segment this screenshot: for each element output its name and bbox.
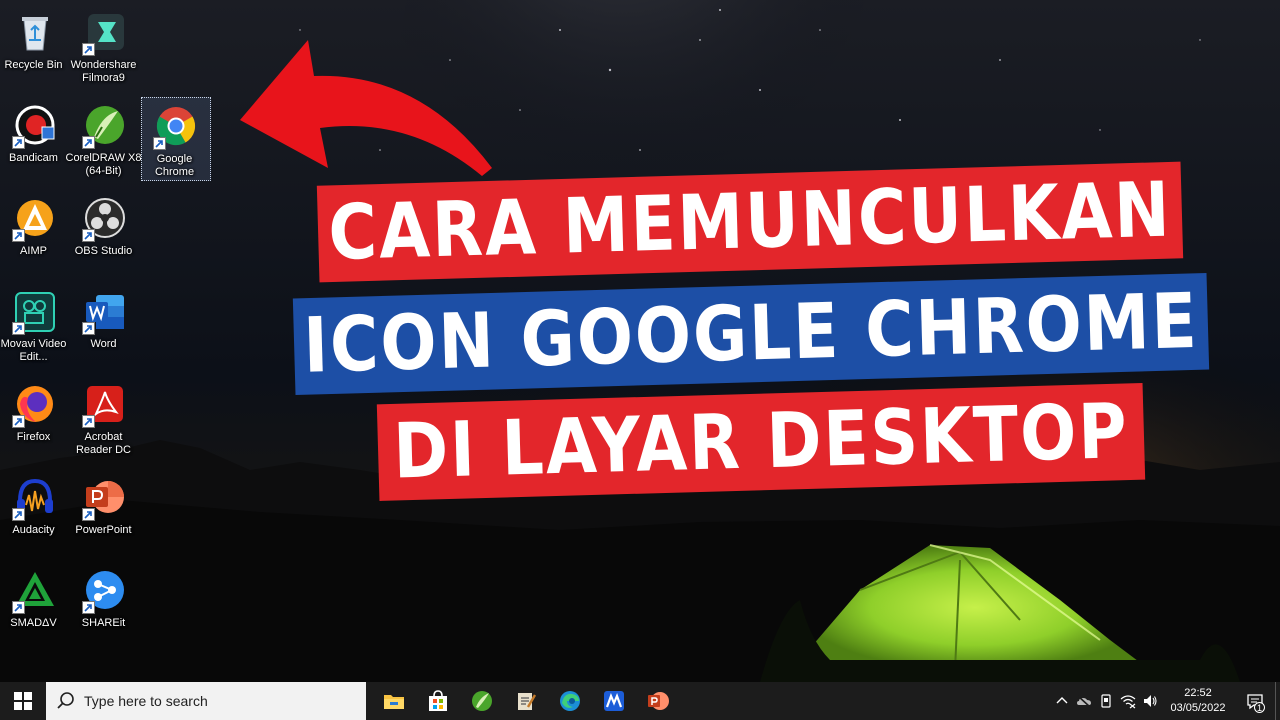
notification-count-badge: 1 xyxy=(1254,702,1265,713)
desktop-icon-label: Movavi Video Edit... xyxy=(0,338,67,363)
desktop-icon-coreldraw[interactable]: CorelDRAW X8 (64-Bit) xyxy=(66,97,142,181)
taskbar-script-editor[interactable] xyxy=(504,682,548,720)
desktop-icon-label: SMADΔV xyxy=(10,617,57,629)
shortcut-arrow-icon xyxy=(12,136,25,149)
coreldraw-icon xyxy=(472,691,492,711)
volume-tray-button[interactable] xyxy=(1139,682,1161,720)
notifications-button[interactable]: 1 xyxy=(1235,682,1275,720)
cloud-off-icon xyxy=(1077,695,1091,708)
clock-time: 22:52 xyxy=(1184,687,1212,699)
obs-icon xyxy=(82,196,128,242)
desktop-icon-label: SHAREit xyxy=(81,617,126,629)
powerpoint-icon xyxy=(82,475,128,521)
movavi-icon xyxy=(12,289,58,335)
chevron-up-icon xyxy=(1056,697,1068,704)
acrobat-icon xyxy=(82,382,128,428)
shortcut-arrow-icon xyxy=(82,229,95,242)
shortcut-arrow-icon xyxy=(12,322,25,335)
desktop-icon-label: Audacity xyxy=(12,524,55,536)
desktop-icon-label: Recycle Bin xyxy=(4,59,63,71)
show-desktop-button[interactable] xyxy=(1275,682,1280,720)
desktop-icon-chrome[interactable]: Google Chrome xyxy=(141,97,211,181)
aimp-icon xyxy=(12,196,58,242)
word-icon xyxy=(82,289,128,335)
shortcut-arrow-icon xyxy=(82,601,95,614)
search-placeholder: Type here to search xyxy=(84,693,208,709)
wifi-off-icon xyxy=(1120,695,1136,709)
desktop-icon-label: Acrobat Reader DC xyxy=(75,431,132,456)
chrome-icon xyxy=(153,104,199,150)
taskbar-edge[interactable] xyxy=(548,682,592,720)
network-tray-button[interactable] xyxy=(1117,682,1139,720)
desktop-icon-label: CorelDRAW X8 (64-Bit) xyxy=(65,152,142,177)
system-tray: 22:52 03/05/2022 1 xyxy=(1051,682,1280,720)
recycle-bin-icon xyxy=(12,10,58,56)
desktop-icon-aimp[interactable]: AIMP xyxy=(0,190,70,274)
clock-date: 03/05/2022 xyxy=(1170,702,1226,714)
device-tray-button[interactable] xyxy=(1095,682,1117,720)
desktop-icon-audacity[interactable]: Audacity xyxy=(0,469,70,553)
shortcut-arrow-icon xyxy=(82,415,95,428)
shortcut-arrow-icon xyxy=(82,322,95,335)
shortcut-arrow-icon xyxy=(12,229,25,242)
firefox-icon xyxy=(12,382,58,428)
desktop-icon-powerpoint[interactable]: PowerPoint xyxy=(70,469,140,553)
red-arrow-graphic xyxy=(240,40,492,176)
search-input[interactable]: Type here to search xyxy=(46,682,366,720)
desktop-icon-smadav[interactable]: SMADΔV xyxy=(0,562,70,646)
desktop-icon-filmora[interactable]: Wondershare Filmora9 xyxy=(70,4,140,88)
file-explorer-icon xyxy=(384,695,404,709)
clock[interactable]: 22:52 03/05/2022 xyxy=(1161,686,1235,716)
bandicam-icon xyxy=(12,103,58,149)
volume-icon xyxy=(1144,695,1157,707)
desktop-icon-label: OBS Studio xyxy=(74,245,133,257)
taskbar-microsoft-store[interactable] xyxy=(416,682,460,720)
desktop-icon-obs[interactable]: OBS Studio xyxy=(70,190,140,274)
desktop-icon-acrobat[interactable]: Acrobat Reader DC xyxy=(70,376,140,460)
taskbar: Type here to search 22:52 03/05/2022 1 xyxy=(0,682,1280,720)
coreldraw-icon xyxy=(82,103,128,149)
desktop-icon-shareit[interactable]: SHAREit xyxy=(70,562,140,646)
desktop-icon-movavi[interactable]: Movavi Video Edit... xyxy=(0,283,70,367)
windows-logo-icon xyxy=(14,692,32,710)
powerpoint-icon xyxy=(648,692,669,710)
desktop-icon-label: PowerPoint xyxy=(75,524,132,536)
audacity-icon xyxy=(12,475,58,521)
desktop-icon-label: Bandicam xyxy=(9,152,58,164)
desktop-icon-recycle-bin[interactable]: Recycle Bin xyxy=(0,4,70,88)
taskbar-coreldraw[interactable] xyxy=(460,682,504,720)
show-hidden-icons-button[interactable] xyxy=(1051,682,1073,720)
desktop-icon-firefox[interactable]: Firefox xyxy=(0,376,70,460)
search-icon xyxy=(57,692,74,709)
shortcut-arrow-icon xyxy=(12,601,25,614)
shortcut-arrow-icon xyxy=(82,508,95,521)
onedrive-tray-button[interactable] xyxy=(1073,682,1095,720)
taskbar-powerpoint[interactable] xyxy=(636,682,680,720)
script-editor-icon xyxy=(518,693,537,710)
desktop-icon-bandicam[interactable]: Bandicam xyxy=(0,97,70,181)
desktop-icon-label: Firefox xyxy=(16,431,51,443)
start-button[interactable] xyxy=(0,682,46,720)
shareit-icon xyxy=(82,568,128,614)
shortcut-arrow-icon xyxy=(153,137,166,150)
smadav-icon xyxy=(12,568,58,614)
desktop-icon-word[interactable]: Word xyxy=(70,283,140,367)
desktop-icon-label: AIMP xyxy=(20,245,47,257)
taskbar-file-explorer[interactable] xyxy=(372,682,416,720)
shortcut-arrow-icon xyxy=(12,508,25,521)
pinned-apps xyxy=(372,682,680,720)
shortcut-arrow-icon xyxy=(82,136,95,149)
filmora-icon xyxy=(82,10,128,56)
desktop-icon-label: Google Chrome xyxy=(154,153,195,178)
desktop-icon-label: Wondershare Filmora9 xyxy=(70,59,137,84)
shortcut-arrow-icon xyxy=(12,415,25,428)
microsoft-store-icon xyxy=(429,690,447,711)
movavi-icon xyxy=(604,691,624,711)
desktop-icon-label: Word xyxy=(90,338,117,350)
device-icon xyxy=(1101,694,1111,708)
edge-icon xyxy=(560,691,580,711)
shortcut-arrow-icon xyxy=(82,43,95,56)
taskbar-movavi[interactable] xyxy=(592,682,636,720)
